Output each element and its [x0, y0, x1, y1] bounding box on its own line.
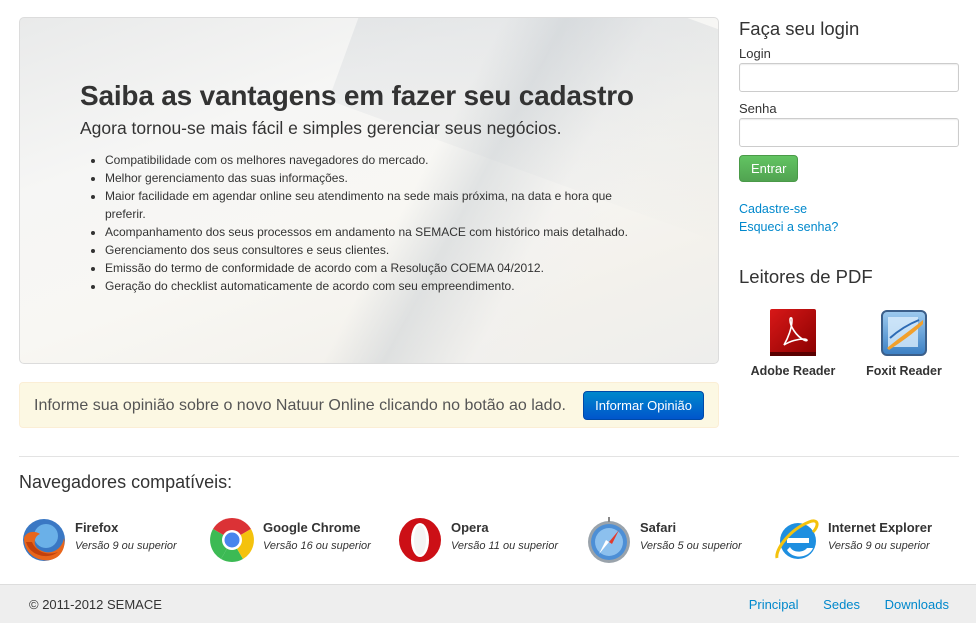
benefit-item: Compatibilidade com os melhores navegado…	[105, 151, 650, 169]
benefit-item: Maior facilidade em agendar online seu a…	[105, 187, 650, 223]
benefit-item: Melhor gerenciamento das suas informaçõe…	[105, 169, 650, 187]
pdf-readers-title: Leitores de PDF	[739, 266, 873, 287]
benefits-list: Compatibilidade com os melhores navegado…	[80, 151, 650, 295]
login-input[interactable]	[739, 63, 959, 92]
browser-name: Opera	[451, 520, 489, 535]
password-label: Senha	[739, 101, 777, 116]
footer-link-principal[interactable]: Principal	[749, 597, 799, 612]
internet-explorer-icon	[773, 516, 821, 564]
browser-version: Versão 11 ou superior	[451, 540, 559, 552]
login-title: Faça seu login	[739, 18, 860, 39]
opera-icon	[396, 516, 444, 564]
footer-link-downloads[interactable]: Downloads	[885, 597, 949, 612]
opinion-text: Informe sua opinião sobre o novo Natuur …	[34, 397, 566, 414]
browser-chrome[interactable]: Google Chrome Versão 16 ou superior	[208, 516, 388, 564]
give-opinion-button[interactable]: Informar Opinião	[583, 391, 704, 420]
hero-title: Saiba as vantagens em fazer seu cadastro	[80, 80, 634, 111]
pdf-reader-foxit[interactable]: Foxit Reader	[849, 308, 959, 378]
copyright: © 2011-2012 SEMACE	[29, 597, 162, 612]
browser-firefox[interactable]: Firefox Versão 9 ou superior	[20, 516, 200, 564]
hero-unit: Saiba as vantagens em fazer seu cadastro…	[19, 17, 719, 364]
browser-version: Versão 5 ou superior	[640, 540, 742, 552]
browser-name: Google Chrome	[263, 520, 361, 535]
footer-link-sedes[interactable]: Sedes	[823, 597, 860, 612]
foxit-reader-label: Foxit Reader	[866, 364, 942, 378]
browser-name: Firefox	[75, 520, 119, 535]
register-link[interactable]: Cadastre-se	[739, 202, 807, 216]
section-divider	[19, 456, 959, 457]
benefit-item: Gerenciamento dos seus consultores e seu…	[105, 241, 650, 259]
firefox-icon	[20, 516, 68, 564]
adobe-reader-label: Adobe Reader	[750, 364, 836, 378]
benefit-item: Geração do checklist automaticamente de …	[105, 277, 650, 295]
benefit-item: Emissão do termo de conformidade de acor…	[105, 259, 650, 277]
pdf-reader-adobe[interactable]: Adobe Reader	[738, 308, 848, 378]
benefit-item: Acompanhamento dos seus processos em and…	[105, 223, 650, 241]
browser-name: Safari	[640, 520, 677, 535]
login-label: Login	[739, 46, 771, 61]
browser-version: Versão 9 ou superior	[828, 540, 930, 552]
browser-opera[interactable]: Opera Versão 11 ou superior	[396, 516, 576, 564]
safari-icon	[585, 516, 633, 564]
password-input[interactable]	[739, 118, 959, 147]
footer: © 2011-2012 SEMACE Principal Sedes Downl…	[0, 584, 976, 623]
browser-safari[interactable]: Safari Versão 5 ou superior	[585, 516, 765, 564]
login-submit-button[interactable]: Entrar	[739, 155, 799, 182]
adobe-reader-icon	[768, 308, 818, 358]
browsers-title: Navegadores compatíveis:	[19, 472, 233, 492]
opinion-alert: Informe sua opinião sobre o novo Natuur …	[19, 382, 719, 428]
footer-links: Principal Sedes Downloads	[728, 597, 949, 612]
browser-internet-explorer[interactable]: Internet Explorer Versão 9 ou superior	[773, 516, 953, 564]
browser-version: Versão 9 ou superior	[75, 540, 177, 552]
browser-version: Versão 16 ou superior	[263, 540, 371, 552]
foxit-reader-icon	[879, 308, 929, 358]
hero-subtitle: Agora tornou-se mais fácil e simples ger…	[80, 118, 562, 138]
forgot-password-link[interactable]: Esqueci a senha?	[739, 220, 838, 234]
login-sidebar: Faça seu login Login Senha Entrar Cadast…	[739, 18, 959, 378]
browser-name: Internet Explorer	[828, 520, 933, 535]
chrome-icon	[208, 516, 256, 564]
